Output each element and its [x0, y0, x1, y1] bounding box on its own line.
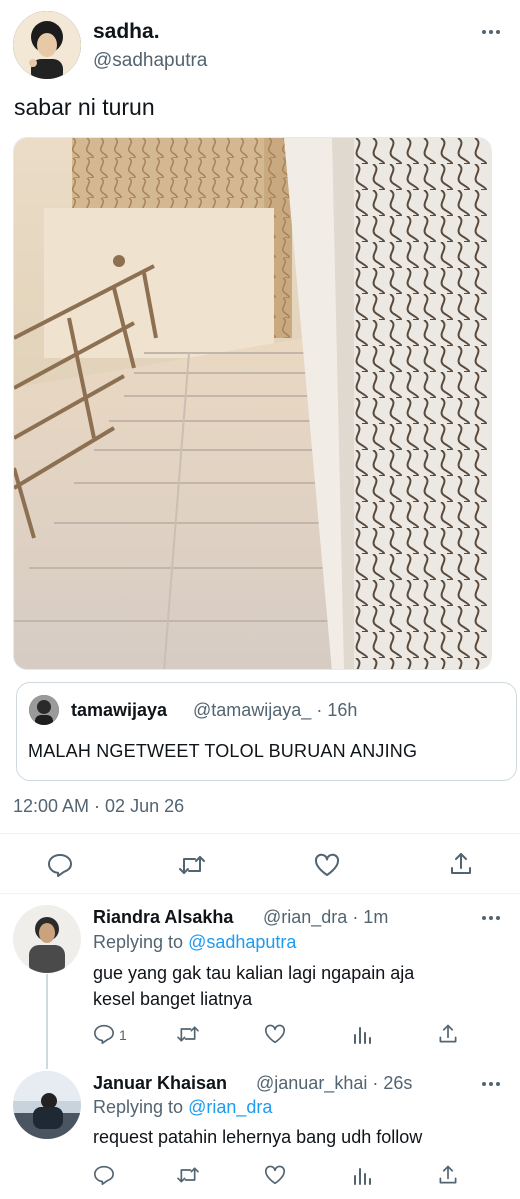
- reply-icon[interactable]: [93, 1165, 115, 1185]
- reply-author-name[interactable]: Riandra Alsakha: [93, 907, 233, 928]
- reply-avatar[interactable]: [13, 1071, 81, 1139]
- like-icon[interactable]: [264, 1165, 286, 1185]
- tweet-photo[interactable]: [13, 137, 492, 670]
- share-icon[interactable]: [437, 1023, 459, 1045]
- quote-author-handle: @tamawijaya_ · 16h: [193, 700, 358, 720]
- reply-count: 1: [119, 1027, 127, 1043]
- reply-avatar[interactable]: [13, 905, 81, 973]
- reply-icon[interactable]: [47, 853, 73, 877]
- retweet-icon[interactable]: [178, 853, 206, 877]
- reply-text-line: kesel banget liatnya: [93, 989, 253, 1009]
- author-avatar[interactable]: [13, 11, 81, 79]
- analytics-icon[interactable]: [352, 1025, 372, 1045]
- tweet-text: sabar ni turun: [14, 94, 155, 120]
- more-icon[interactable]: [476, 908, 506, 928]
- tweet-timestamp[interactable]: 12:00 AM · 02 Jun 26: [13, 796, 184, 817]
- like-icon[interactable]: [264, 1024, 286, 1044]
- author-name[interactable]: sadha.: [93, 20, 160, 44]
- quote-author-name: tamawijaya: [71, 700, 168, 720]
- replying-to: Replying to @rian_dra: [93, 1097, 273, 1117]
- quote-avatar: [29, 695, 59, 725]
- divider: [0, 893, 520, 894]
- share-icon[interactable]: [448, 851, 474, 877]
- mention-link[interactable]: @sadhaputra: [188, 932, 296, 952]
- quote-tweet[interactable]: tamawijaya @tamawijaya_ · 16h MALAH NGET…: [16, 682, 517, 781]
- reply-author-handle[interactable]: @januar_khai · 26s: [256, 1073, 412, 1094]
- mention-link[interactable]: @rian_dra: [188, 1097, 272, 1117]
- reply-author-name[interactable]: Januar Khaisan: [93, 1073, 227, 1094]
- replying-to: Replying to @sadhaputra: [93, 932, 297, 952]
- divider: [0, 833, 520, 834]
- share-icon[interactable]: [437, 1164, 459, 1186]
- retweet-icon[interactable]: [176, 1165, 200, 1185]
- quote-text: MALAH NGETWEET TOLOL BURUAN ANJING: [28, 741, 418, 761]
- like-icon[interactable]: [314, 853, 340, 877]
- reply-text-line: gue yang gak tau kalian lagi ngapain aja: [93, 963, 415, 983]
- more-icon[interactable]: [476, 1074, 506, 1094]
- thread-line: [46, 974, 48, 1069]
- reply-author-handle[interactable]: @rian_dra · 1m: [263, 907, 388, 928]
- reply-icon[interactable]: [93, 1024, 115, 1044]
- reply-text-line: request patahin lehernya bang udh follow: [93, 1127, 423, 1147]
- author-handle[interactable]: @sadhaputra: [93, 50, 207, 72]
- more-icon[interactable]: [476, 22, 506, 42]
- analytics-icon[interactable]: [352, 1166, 372, 1186]
- retweet-icon[interactable]: [176, 1024, 200, 1044]
